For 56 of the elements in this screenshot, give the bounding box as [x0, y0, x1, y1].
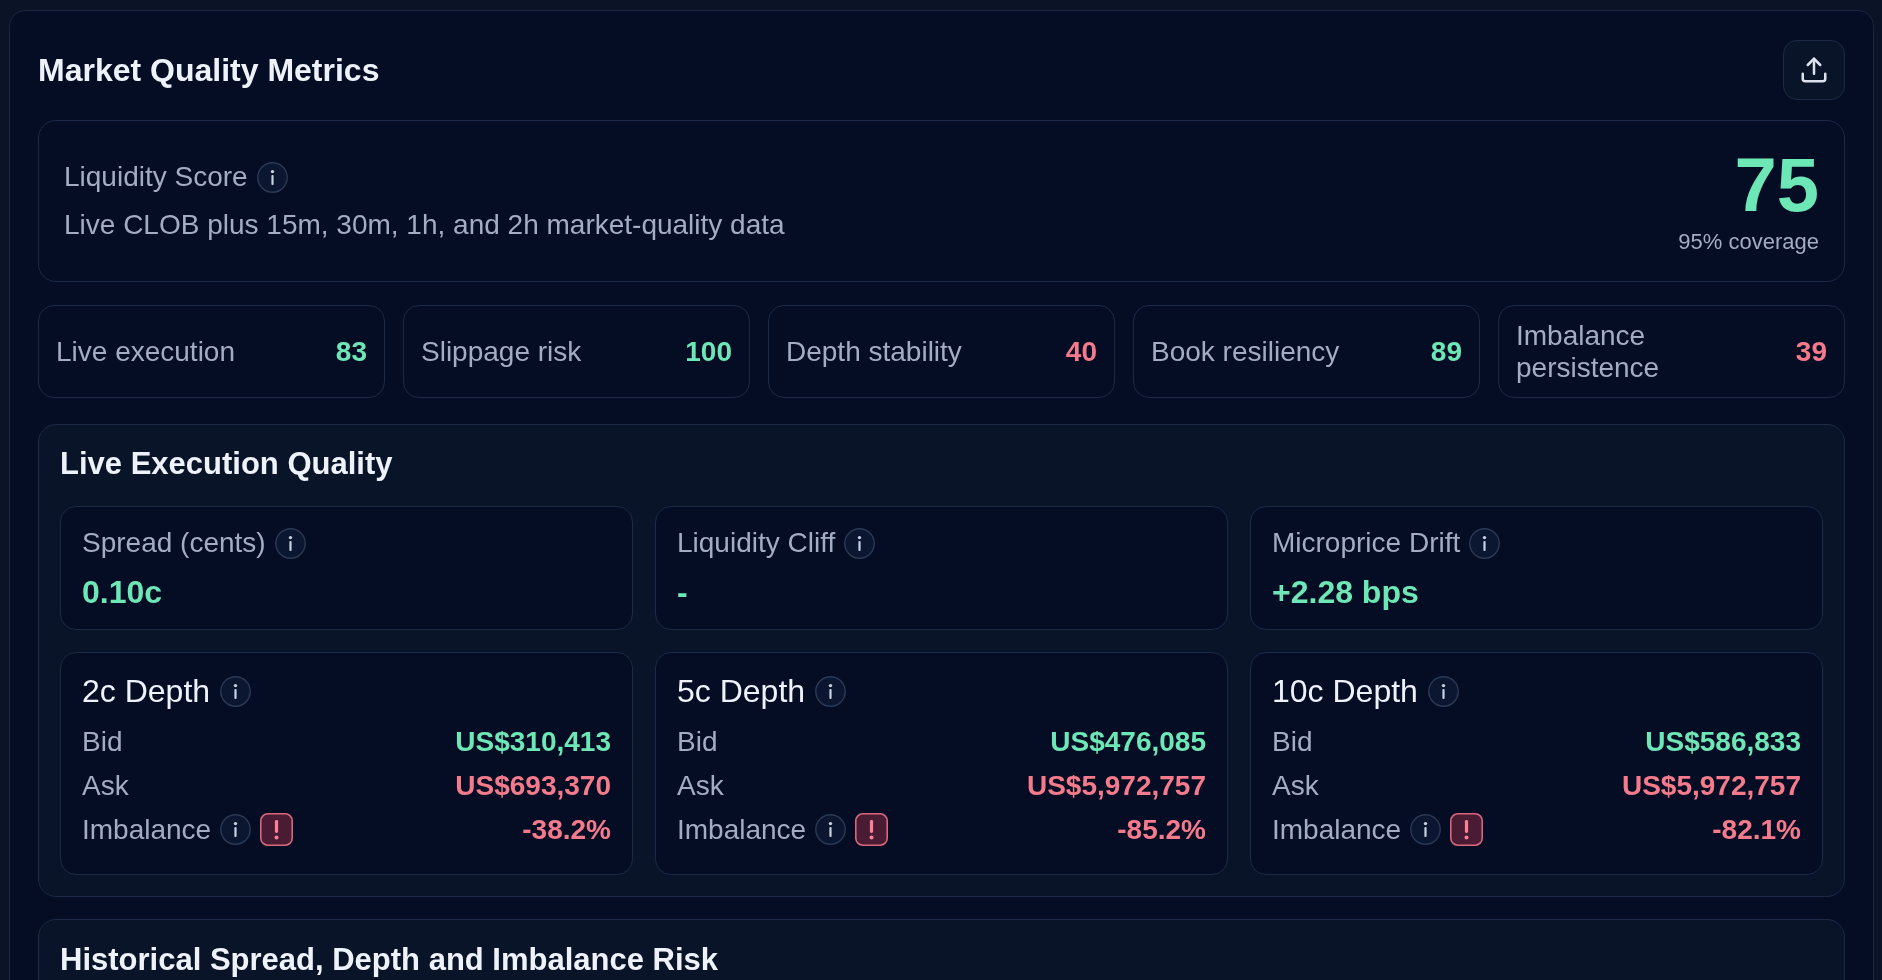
component-label: Depth stability	[786, 335, 962, 368]
component-value: 89	[1430, 335, 1462, 368]
info-icon[interactable]	[220, 814, 252, 845]
section-title: Live Execution Quality	[60, 445, 394, 483]
depth-row-value: -85.2%	[1117, 812, 1206, 847]
upload-icon	[1799, 55, 1829, 85]
component-value: 40	[1065, 335, 1097, 368]
component-label: Imbalance persistence	[1516, 319, 1661, 384]
component-value: 83	[335, 335, 367, 368]
info-icon[interactable]	[1410, 814, 1442, 845]
depth-row-value: US$5,972,757	[1026, 768, 1206, 803]
depth-row-value: US$586,833	[1645, 724, 1801, 759]
metric-value: +2.28 bps	[1272, 573, 1419, 611]
info-icon[interactable]	[815, 814, 847, 845]
depth-row-label: Ask	[677, 768, 724, 803]
section-title: Historical Spread, Depth and Imbalance Risk	[60, 941, 720, 979]
panel-title: Market Quality Metrics	[38, 51, 380, 89]
component-label: Slippage risk	[421, 335, 582, 368]
depth-title: 5c Depth	[677, 672, 806, 710]
depth-title: 2c Depth	[82, 672, 211, 710]
info-icon[interactable]	[815, 675, 847, 707]
depth-row-value: US$476,085	[1050, 724, 1206, 759]
metric-label: Microprice Drift	[1272, 526, 1461, 560]
depth-row-label: Imbalance	[1272, 812, 1402, 847]
info-icon[interactable]	[220, 675, 252, 707]
depth-row-label: Ask	[1272, 768, 1319, 803]
coverage-text: 95% coverage	[1678, 229, 1819, 255]
depth-title: 10c Depth	[1272, 672, 1418, 710]
depth-row-value: US$310,413	[455, 724, 611, 759]
metric-label: Spread (cents)	[82, 526, 266, 560]
depth-row-label: Imbalance	[82, 812, 212, 847]
depth-row-value: -38.2%	[522, 812, 611, 847]
metric-value: 0.10c	[82, 573, 163, 611]
depth-row-value: US$693,370	[455, 768, 611, 803]
depth-row-label: Bid	[1272, 724, 1313, 759]
info-icon[interactable]	[274, 527, 306, 559]
depth-row-label: Bid	[82, 724, 123, 759]
component-label: Book resiliency	[1151, 335, 1340, 368]
info-icon[interactable]	[1427, 675, 1459, 707]
info-icon[interactable]	[1469, 527, 1501, 559]
depth-row-label: Bid	[677, 724, 718, 759]
score-description: Live CLOB plus 15m, 30m, 1h, and 2h market-quality data	[64, 208, 785, 242]
export-button[interactable]	[1783, 40, 1845, 100]
depth-row-value: -82.1%	[1712, 812, 1801, 847]
component-value: 100	[685, 335, 732, 368]
component-label: Live execution	[56, 335, 235, 368]
depth-row-label: Ask	[82, 768, 129, 803]
info-icon[interactable]	[844, 527, 876, 559]
component-value: 39	[1795, 335, 1827, 368]
depth-row-value: US$5,972,757	[1621, 768, 1801, 803]
metric-label: Liquidity Cliff	[677, 526, 836, 560]
score-value: 75	[1734, 147, 1819, 223]
depth-row-label: Imbalance	[677, 812, 807, 847]
info-icon[interactable]	[256, 161, 288, 193]
metric-value: -	[677, 573, 688, 611]
score-title: Liquidity Score	[64, 160, 248, 194]
